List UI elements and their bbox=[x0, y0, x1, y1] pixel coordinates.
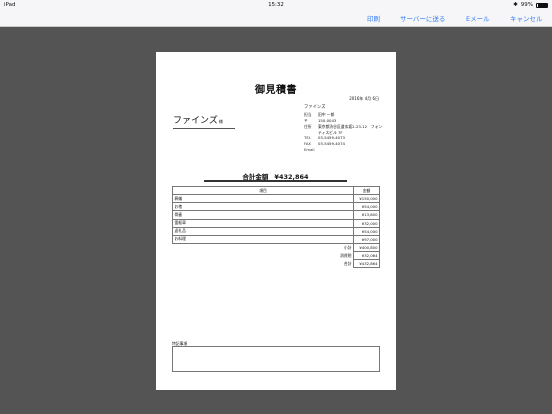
document-date: 2016年 4月 6日 bbox=[349, 96, 379, 101]
status-right: ✱ 99% bbox=[513, 2, 548, 8]
battery-percent: 99% bbox=[520, 2, 533, 8]
column-header-amount: 金額 bbox=[353, 185, 380, 196]
table-row: お棺 ¥54,000 bbox=[172, 202, 380, 212]
client-block: ファインズ様 bbox=[173, 108, 235, 129]
email-button[interactable]: Eメール bbox=[466, 13, 490, 23]
issuer-row: Email bbox=[304, 147, 384, 153]
amount-cell: ¥150,000 bbox=[353, 194, 380, 204]
send-to-server-button[interactable]: サーバーに送る bbox=[400, 13, 445, 23]
item-cell: お棺 bbox=[172, 202, 354, 212]
toolbar: 印刷 サーバーに送る Eメール キャンセル bbox=[0, 10, 552, 27]
status-time: 15:32 bbox=[268, 2, 284, 8]
client-name: ファインズ bbox=[173, 116, 218, 126]
estimate-document: 御見積書 2016年 4月 6日 ファインズ様 ファインズ 担当 田中 一郎 〒 1… bbox=[156, 52, 396, 390]
cancel-button[interactable]: キャンセル bbox=[510, 13, 543, 23]
summary-row-total: 合計 ¥432,864 bbox=[172, 259, 380, 269]
item-cell: 霊柩車 bbox=[172, 218, 354, 228]
document-title: 御見積書 bbox=[255, 85, 297, 96]
issuer-value bbox=[318, 147, 384, 153]
issuer-label: 住所 bbox=[304, 123, 312, 129]
item-cell: お料理 bbox=[172, 234, 354, 244]
tax-label: 消費税 bbox=[172, 251, 354, 260]
bluetooth-icon: ✱ bbox=[513, 2, 518, 8]
table-row: 返礼品 ¥54,000 bbox=[172, 226, 380, 236]
table-row: 葬儀 ¥150,000 bbox=[172, 194, 380, 204]
total-amount: ¥432,864 bbox=[353, 259, 380, 269]
issuer-block: ファインズ 担当 田中 一郎 〒 150-0043 住所 東京都渋谷区道玄坂2-23-… bbox=[304, 105, 384, 152]
battery-icon bbox=[536, 2, 548, 8]
item-cell: 葬儀 bbox=[172, 194, 354, 204]
issuer-row: 住所 東京都渋谷区道玄坂2-23-12 フォンティスビル 7F bbox=[304, 124, 384, 135]
issuer-label: Email bbox=[304, 146, 315, 152]
issuer-company: ファインズ bbox=[304, 105, 326, 110]
table-row: 骨壷 ¥13,800 bbox=[172, 210, 380, 220]
subtotal-label: 小計 bbox=[172, 243, 354, 252]
total-label: 合計 bbox=[172, 259, 354, 268]
table-row: お料理 ¥97,000 bbox=[172, 234, 380, 244]
total-underline bbox=[204, 180, 347, 182]
amount-cell: ¥54,000 bbox=[353, 202, 380, 212]
subtotal-amount: ¥400,800 bbox=[353, 242, 380, 253]
amount-cell: ¥97,000 bbox=[353, 234, 380, 244]
notes-box bbox=[172, 346, 380, 372]
status-bar: iPad 15:32 ✱ 99% bbox=[0, 0, 552, 10]
table-row: 霊柩車 ¥32,000 bbox=[172, 218, 380, 228]
amount-cell: ¥13,800 bbox=[353, 210, 380, 220]
summary-row-subtotal: 小計 ¥400,800 bbox=[172, 242, 380, 253]
client-suffix: 様 bbox=[218, 119, 223, 124]
column-header-item: 項目 bbox=[172, 185, 354, 196]
items-table: 項目 金額 葬儀 ¥150,000 お棺 ¥54,000 骨壷 ¥13,800 … bbox=[172, 185, 380, 269]
table-header-row: 項目 金額 bbox=[172, 185, 380, 196]
print-button[interactable]: 印刷 bbox=[367, 13, 380, 23]
item-cell: 骨壷 bbox=[172, 210, 354, 220]
issuer-value: 東京都渋谷区道玄坂2-23-12 フォンティスビル 7F bbox=[318, 123, 383, 135]
summary-row-tax: 消費税 ¥32,064 bbox=[172, 251, 380, 261]
amount-cell: ¥32,000 bbox=[353, 218, 380, 228]
tax-amount: ¥32,064 bbox=[353, 251, 380, 261]
amount-cell: ¥54,000 bbox=[353, 226, 380, 236]
item-cell: 返礼品 bbox=[172, 226, 354, 236]
